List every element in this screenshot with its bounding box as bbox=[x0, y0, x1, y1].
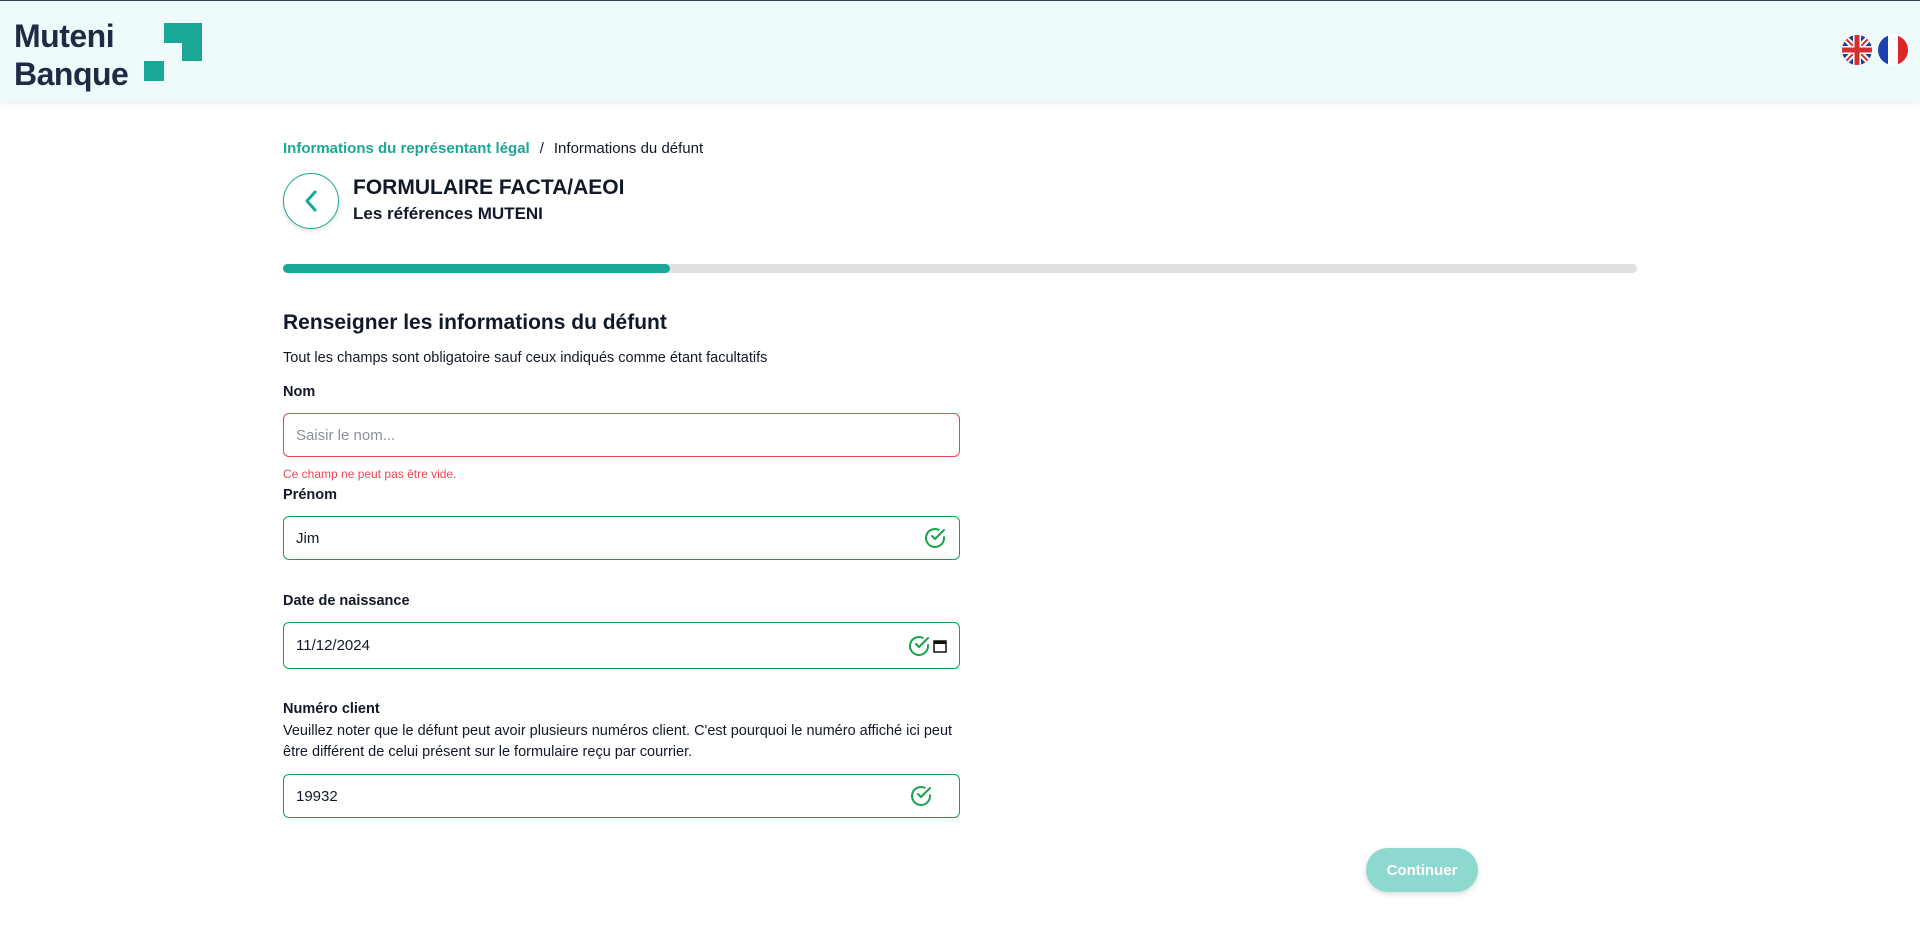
logo-line-1: Muteni bbox=[14, 18, 115, 54]
progress-bar bbox=[283, 264, 1637, 273]
check-circle-icon bbox=[911, 786, 931, 806]
check-circle-icon bbox=[909, 635, 929, 656]
date-naissance-field bbox=[283, 622, 960, 669]
breadcrumb-separator: / bbox=[539, 140, 544, 157]
calendar-icon[interactable] bbox=[933, 639, 947, 653]
nom-input[interactable] bbox=[296, 426, 947, 444]
bank-logo-text: Muteni Banque bbox=[14, 17, 129, 93]
check-circle-icon bbox=[925, 528, 945, 548]
french-flag-icon[interactable] bbox=[1878, 35, 1908, 65]
numero-client-note: Veuillez noter que le défunt peut avoir … bbox=[283, 723, 953, 760]
numero-client-label: Numéro client bbox=[283, 701, 380, 717]
language-switcher bbox=[1842, 35, 1908, 65]
page-subtitle: Les références MUTENI bbox=[353, 204, 543, 223]
chevron-left-icon bbox=[305, 190, 317, 212]
nom-label: Nom bbox=[283, 384, 316, 400]
section-title: Renseigner les informations du défunt bbox=[283, 311, 667, 334]
prenom-input[interactable] bbox=[296, 529, 923, 547]
continue-button[interactable]: Continuer bbox=[1366, 848, 1478, 892]
logo-line-2: Banque bbox=[14, 56, 129, 92]
form-hint: Tout les champs sont obligatoire sauf ce… bbox=[283, 350, 768, 366]
english-flag-icon[interactable] bbox=[1842, 35, 1872, 65]
prenom-field bbox=[283, 516, 960, 560]
progress-bar-fill bbox=[283, 264, 671, 273]
date-naissance-label: Date de naissance bbox=[283, 593, 410, 609]
breadcrumb-link-representant[interactable]: Informations du représentant légal bbox=[283, 140, 530, 157]
breadcrumb: Informations du représentant légal / Inf… bbox=[283, 140, 703, 157]
prenom-label: Prénom bbox=[283, 487, 337, 503]
breadcrumb-current: Informations du défunt bbox=[553, 140, 704, 157]
numero-client-input[interactable] bbox=[296, 787, 909, 805]
back-button[interactable] bbox=[283, 173, 339, 229]
nom-field bbox=[283, 413, 960, 457]
nom-error-message: Ce champ ne peut pas être vide. bbox=[283, 467, 457, 481]
app-header: Muteni Banque bbox=[0, 1, 1920, 101]
bank-logo-mark-icon bbox=[144, 23, 202, 81]
numero-client-field bbox=[283, 774, 960, 818]
page-title: FORMULAIRE FACTA/AEOI bbox=[353, 176, 625, 199]
date-naissance-input[interactable] bbox=[296, 637, 907, 654]
